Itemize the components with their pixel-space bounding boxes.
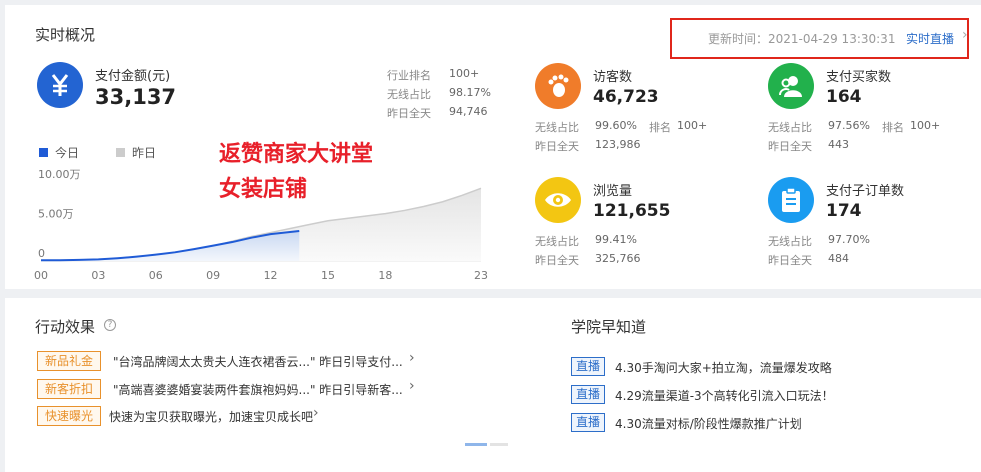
y-tick-label: 5.00万 (38, 208, 74, 221)
help-icon[interactable]: ? (104, 319, 116, 331)
x-tick-label: 09 (206, 269, 220, 282)
academy-title: 学院早知道 (571, 318, 647, 336)
tag-new-customer[interactable]: 新客折扣 (37, 379, 101, 399)
suborders-online-value: 97.70% (828, 233, 870, 246)
pageviews-online-value: 99.41% (595, 233, 637, 246)
legend-yesterday-swatch (116, 148, 125, 157)
visitors-yesterday-value: 123,986 (595, 138, 641, 151)
live-tag: 直播 (571, 385, 605, 404)
pageviews-yesterday-label: 昨日全天 (535, 254, 579, 267)
y-tick-label: 0 (38, 247, 45, 260)
chevron-right-icon[interactable]: › (409, 350, 415, 366)
academy-item[interactable]: 4.30手淘问大家+拍立淘，流量爆发攻略 (615, 359, 832, 376)
buyers-online-value: 97.56% (828, 119, 870, 132)
realtime-live-link[interactable]: 实时直播 (906, 30, 954, 47)
payment-online-value: 98.17% (449, 86, 491, 99)
payment-label: 支付金额(元) (95, 69, 171, 84)
realtime-title: 实时概况 (35, 26, 96, 44)
pageviews-online-label: 无线占比 (535, 235, 579, 248)
overlay-line1: 返赞商家大讲堂 (219, 142, 374, 167)
payment-yesterday-label: 昨日全天 (387, 107, 431, 120)
visitors-value: 46,723 (593, 87, 659, 107)
suborders-online-label: 无线占比 (768, 235, 812, 248)
buyers-value: 164 (826, 87, 862, 107)
buyers-online-label: 无线占比 (768, 121, 812, 134)
x-tick-label: 03 (91, 269, 105, 282)
x-tick-label: 06 (149, 269, 163, 282)
visitors-yesterday-label: 昨日全天 (535, 140, 579, 153)
buyers-rank-label: 排名 (882, 121, 904, 134)
buyers-yesterday-value: 443 (828, 138, 849, 151)
bottom-panel: 行动效果 ? 新品礼金 "台湾品牌阔太太贵夫人连衣裙香云..." 昨日引导支付.… (5, 298, 981, 472)
yen-icon (37, 62, 83, 108)
payment-rank-label: 行业排名 (387, 69, 431, 82)
academy-item[interactable]: 4.29流量渠道-3个高转化引流入口玩法！ (615, 387, 834, 404)
visitors-online-label: 无线占比 (535, 121, 579, 134)
carousel-dot-active[interactable] (465, 443, 487, 446)
chevron-right-icon[interactable]: › (313, 405, 319, 421)
academy-item[interactable]: 4.30流量对标/阶段性爆款推广计划 (615, 415, 802, 432)
buyers-rank-value: 100+ (910, 119, 941, 132)
visitors-rank-label: 排名 (649, 121, 671, 134)
realtime-overview-panel: 实时概况 更新时间：2021-04-29 13:30:31 实时直播 › 支付金… (5, 5, 981, 289)
action-row-text[interactable]: "台湾品牌阔太太贵夫人连衣裙香云..." 昨日引导支付... (113, 353, 403, 370)
buyers-label: 支付买家数 (826, 70, 892, 85)
action-row-text[interactable]: 快速为宝贝获取曝光，加速宝贝成长吧 (109, 408, 313, 425)
legend-yesterday[interactable]: 昨日 (132, 144, 156, 161)
pageviews-value: 121,655 (593, 201, 671, 221)
payment-rank-value: 100+ (449, 67, 480, 80)
action-title: 行动效果 (35, 318, 96, 336)
x-tick-label: 15 (321, 269, 335, 282)
pageviews-label: 浏览量 (593, 184, 633, 199)
suborders-yesterday-value: 484 (828, 252, 849, 265)
x-tick-label: 00 (34, 269, 48, 282)
eye-icon (535, 177, 581, 223)
visitors-label: 访客数 (593, 70, 633, 85)
y-tick-label: 10.00万 (38, 168, 81, 181)
update-time: 更新时间：2021-04-29 13:30:31 (708, 32, 896, 46)
suborders-label: 支付子订单数 (826, 184, 905, 199)
legend-today-swatch (39, 148, 48, 157)
tag-new-product[interactable]: 新品礼金 (37, 351, 101, 371)
payment-value: 33,137 (95, 85, 177, 109)
buyers-yesterday-label: 昨日全天 (768, 140, 812, 153)
live-tag: 直播 (571, 413, 605, 432)
pageviews-yesterday-value: 325,766 (595, 252, 641, 265)
visitors-rank-value: 100+ (677, 119, 708, 132)
legend-today[interactable]: 今日 (55, 144, 79, 161)
clipboard-icon (768, 177, 814, 223)
x-tick-label: 23 (474, 269, 488, 282)
chevron-right-icon[interactable]: › (962, 27, 968, 43)
visitors-online-value: 99.60% (595, 119, 637, 132)
action-row-text[interactable]: "高端喜婆婆婚宴装两件套旗袍妈妈..." 昨日引导新客... (113, 381, 403, 398)
chevron-right-icon[interactable]: › (409, 378, 415, 394)
users-icon (768, 63, 814, 109)
payment-trend-chart: 10.00万5.00万000 03 06 09 12 15 18 23 (34, 168, 488, 282)
payment-online-label: 无线占比 (387, 88, 431, 101)
x-tick-label: 18 (378, 269, 392, 282)
tag-quick-exposure[interactable]: 快速曝光 (37, 406, 101, 426)
footprint-icon (535, 63, 581, 109)
carousel-dot[interactable] (490, 443, 508, 446)
live-tag: 直播 (571, 357, 605, 376)
update-time-box: 更新时间：2021-04-29 13:30:31 实时直播 › (670, 18, 969, 59)
payment-yesterday-value: 94,746 (449, 105, 488, 118)
x-tick-label: 12 (264, 269, 278, 282)
suborders-value: 174 (826, 201, 862, 221)
suborders-yesterday-label: 昨日全天 (768, 254, 812, 267)
